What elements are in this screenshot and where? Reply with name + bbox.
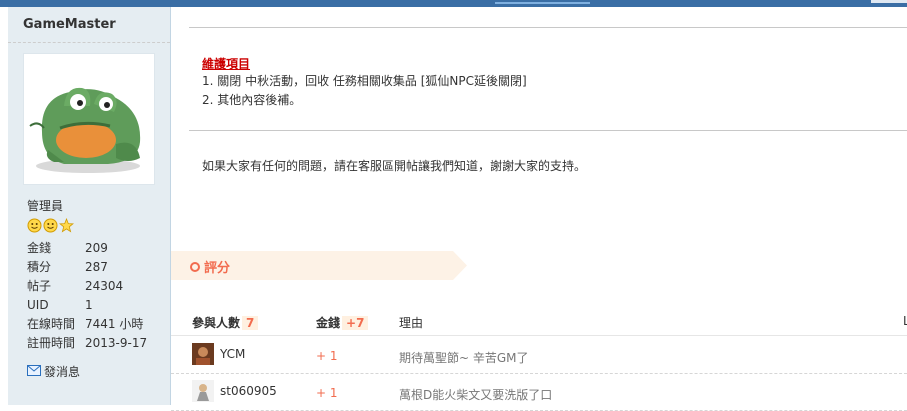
extra-column-header: L — [903, 314, 907, 328]
author-name[interactable]: GameMaster — [8, 7, 170, 43]
divider — [189, 130, 907, 131]
participants-header[interactable]: 參與人數 7 — [192, 314, 259, 331]
stat-register-date: 註冊時間 2013-9-17 — [27, 334, 147, 353]
stat-value: 209 — [85, 241, 108, 255]
avatar[interactable] — [23, 53, 155, 185]
reason-header: 理由 — [399, 316, 424, 330]
stat-uid: UID 1 — [27, 296, 147, 315]
stat-value: 287 — [85, 260, 108, 274]
rating-title: 評分 — [190, 257, 230, 276]
rating-reason: 萬根D能火柴文又要洗版了口 — [399, 388, 553, 402]
user-group-title: 管理員 — [27, 199, 64, 213]
author-sidebar: GameMaster 管理員 金錢 209 積分 287 帖子 24304 UI… — [8, 7, 171, 405]
rating-row: st060905 + 1 萬根D能火柴文又要洗版了口 — [171, 374, 907, 411]
stat-value: 2013-9-17 — [85, 336, 148, 350]
envelope-icon — [27, 364, 41, 379]
stat-value: 7441 小時 — [85, 317, 144, 331]
rating-table-header: 參與人數 7 金錢 +7 理由 L — [171, 307, 907, 336]
active-tab-indicator — [495, 2, 590, 4]
ring-icon — [190, 261, 200, 272]
smiley-icon — [43, 218, 58, 233]
frog-avatar-icon — [29, 87, 141, 173]
money-header: 金錢 +7 — [316, 314, 369, 331]
stat-label: 帖子 — [27, 279, 52, 293]
rank-icons — [27, 217, 75, 233]
user-avatar-icon — [192, 343, 214, 365]
rater-name: st060905 — [220, 384, 277, 398]
stat-label: 在線時間 — [27, 317, 76, 331]
stat-label: UID — [27, 298, 49, 312]
stat-posts: 帖子 24304 — [27, 277, 147, 296]
rating-title-text: 評分 — [204, 261, 231, 276]
rater-name: YCM — [220, 347, 246, 361]
rater[interactable]: st060905 — [192, 380, 277, 402]
send-message-link[interactable]: 發消息 — [27, 363, 80, 380]
star-icon — [58, 217, 75, 233]
post-content: 維護項目 1. 關閉 中秋活動，回收 任務相關收集品 [狐仙NPC延後關閉] 2… — [171, 7, 907, 411]
stat-money: 金錢 209 — [27, 239, 147, 258]
closing-message: 如果大家有任何的問題，請在客服區開帖讓我們知道，謝謝大家的支持。 — [202, 159, 587, 173]
send-message-label: 發消息 — [44, 365, 81, 379]
participants-label: 參與人數 — [192, 316, 241, 330]
stat-label: 金錢 — [27, 241, 52, 255]
rating-amount: + 1 — [316, 349, 338, 363]
rating-row: YCM + 1 期待萬聖節~ 辛苦GM了 — [171, 337, 907, 374]
money-label: 金錢 — [316, 316, 341, 330]
money-total: +7 — [342, 316, 369, 330]
rating-header: 評分 — [171, 251, 467, 280]
stat-online-time: 在線時間 7441 小時 — [27, 315, 147, 334]
notice-title: 維護項目 — [202, 57, 251, 71]
author-stats: 金錢 209 積分 287 帖子 24304 UID 1 在線時間 7441 小… — [27, 239, 147, 353]
smiley-icon — [27, 218, 42, 233]
rater[interactable]: YCM — [192, 343, 245, 365]
rating-amount: + 1 — [316, 386, 338, 400]
stat-points: 積分 287 — [27, 258, 147, 277]
top-navigation-bar — [0, 0, 907, 7]
stat-value[interactable]: 24304 — [85, 277, 123, 296]
stat-label: 註冊時間 — [27, 336, 76, 350]
stat-label: 積分 — [27, 260, 52, 274]
topbar-edge — [871, 0, 907, 3]
stat-value: 1 — [85, 298, 93, 312]
user-avatar-icon — [192, 380, 214, 402]
participants-count: 7 — [242, 316, 259, 330]
rating-reason: 期待萬聖節~ 辛苦GM了 — [399, 351, 529, 365]
notice-line: 1. 關閉 中秋活動，回收 任務相關收集品 [狐仙NPC延後關閉] — [202, 74, 527, 88]
notice-line: 2. 其他內容後補。 — [202, 93, 302, 107]
divider — [189, 27, 907, 28]
